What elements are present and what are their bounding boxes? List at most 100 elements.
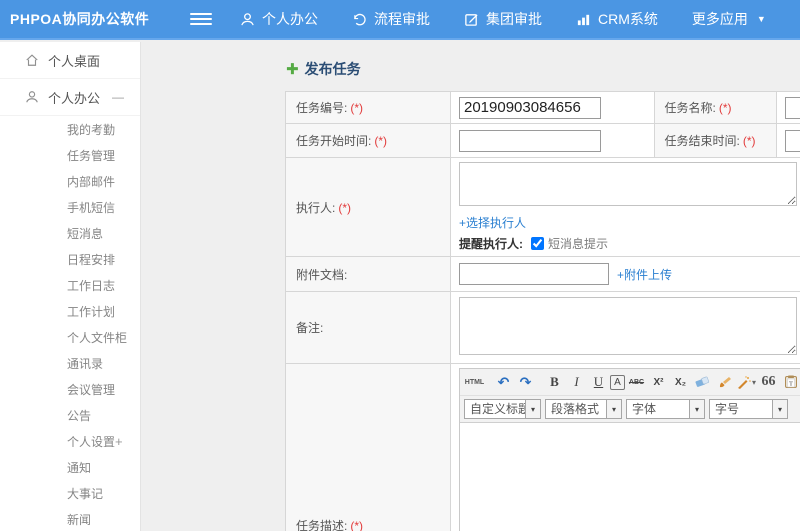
nav-group-approval[interactable]: 集团审批 <box>464 9 542 29</box>
nav-label: 流程审批 <box>374 11 430 27</box>
subscript-button[interactable]: X₂ <box>670 372 691 393</box>
remind-executor-label: 提醒执行人: <box>459 237 523 251</box>
form-row-attachment: 附件文档: +附件上传 <box>285 256 800 292</box>
editor-content-area[interactable] <box>460 423 800 531</box>
redo-button[interactable]: ↷ <box>515 372 536 393</box>
remark-textarea[interactable] <box>459 297 797 355</box>
app-window: PHPOA协同办公软件 个人办公 流程审批 集团审批 CRM系统 更多应用 ▼ … <box>0 0 800 531</box>
form-row-task-no: 任务编号:(*) 任务名称:(*) <box>285 91 800 124</box>
sidebar-item-notice[interactable]: 通知 <box>0 454 140 480</box>
sidebar: 个人桌面 个人办公 — 我的考勤 任务管理 内部邮件 手机短信 短消息 日程安排… <box>0 42 141 531</box>
nav-label: CRM系统 <box>598 11 658 27</box>
green-plus-icon: ✚ <box>286 60 299 78</box>
underline-button[interactable]: U <box>588 372 609 393</box>
start-time-input[interactable] <box>459 129 601 152</box>
sidebar-item-memorabilia[interactable]: 大事记 <box>0 480 140 506</box>
nav-label: 个人办公 <box>262 11 318 27</box>
sidebar-item-label: 手机短信 <box>67 200 116 215</box>
home-icon <box>25 53 39 67</box>
person-icon <box>25 90 39 104</box>
sidebar-item-file-cabinet[interactable]: 个人文件柜 <box>0 324 140 350</box>
blockquote-button[interactable]: 66 <box>758 372 779 393</box>
attachment-upload-link[interactable]: +附件上传 <box>617 266 672 283</box>
italic-button[interactable]: I <box>566 372 587 393</box>
sidebar-item-task-management[interactable]: 任务管理 <box>0 142 140 168</box>
undo-button[interactable]: ↶ <box>493 372 514 393</box>
nav-personal-office[interactable]: 个人办公 <box>240 9 318 29</box>
executor-textarea[interactable] <box>459 162 797 206</box>
source-code-button[interactable]: HTML <box>464 372 485 393</box>
nav-more-apps[interactable]: 更多应用 ▼ <box>692 9 766 29</box>
remove-format-eraser-icon[interactable] <box>692 372 713 393</box>
font-size-select[interactable]: 字号 ▾ <box>709 399 788 419</box>
sidebar-item-meeting-management[interactable]: 会议管理 <box>0 376 140 402</box>
paragraph-format-select[interactable]: 段落格式 ▾ <box>545 399 622 419</box>
strikethrough-button[interactable]: ABC <box>626 372 647 393</box>
sidebar-item-announcement[interactable]: 公告 <box>0 402 140 428</box>
end-time-label: 任务结束时间: (*) <box>653 123 777 158</box>
format-brush-icon[interactable] <box>714 372 735 393</box>
sidebar-item-label: 我的考勤 <box>67 122 116 137</box>
nav-workflow-approval[interactable]: 流程审批 <box>352 9 430 29</box>
sidebar-item-news[interactable]: 新闻 <box>0 506 140 531</box>
sidebar-item-schedule[interactable]: 日程安排 <box>0 246 140 272</box>
auto-typeset-wand-icon[interactable]: ▾ <box>736 372 757 393</box>
required-mark: (*) <box>350 101 364 115</box>
nav-crm-system[interactable]: CRM系统 <box>576 9 658 29</box>
select-value: 段落格式 <box>551 402 600 416</box>
sidebar-item-personal-office[interactable]: 个人办公 — <box>0 79 140 116</box>
required-mark: (*) <box>374 134 388 148</box>
sidebar-item-personal-settings[interactable]: 个人设置 + <box>0 428 140 454</box>
required-mark: (*) <box>742 134 756 148</box>
description-label: 任务描述: (*) <box>285 363 451 531</box>
sidebar-item-mobile-sms[interactable]: 手机短信 <box>0 194 140 220</box>
bold-button[interactable]: B <box>544 372 565 393</box>
task-no-input[interactable] <box>459 96 601 119</box>
sidebar-item-contacts[interactable]: 通讯录 <box>0 350 140 376</box>
superscript-button[interactable]: X² <box>648 372 669 393</box>
sidebar-item-work-plan[interactable]: 工作计划 <box>0 298 140 324</box>
sms-remind-checkbox[interactable] <box>531 237 544 250</box>
align-left-icon[interactable] <box>796 399 800 420</box>
sidebar-item-label: 个人桌面 <box>48 53 101 69</box>
select-value: 自定义标题 <box>470 402 525 416</box>
svg-text:T: T <box>789 381 793 388</box>
sidebar-item-desktop[interactable]: 个人桌面 <box>0 42 140 79</box>
paste-from-word-icon[interactable]: T <box>780 372 800 393</box>
sidebar-item-work-log[interactable]: 工作日志 <box>0 272 140 298</box>
sidebar-item-internal-mail[interactable]: 内部邮件 <box>0 168 140 194</box>
sidebar-item-label: 新闻 <box>67 512 92 527</box>
sidebar-item-label: 工作日志 <box>67 278 116 293</box>
start-time-label: 任务开始时间: (*) <box>285 123 451 158</box>
font-family-select[interactable]: 字体 ▾ <box>626 399 705 419</box>
form-row-executor: 执行人: (*) +选择执行人 提醒执行人: 短消息提示 <box>285 157 800 257</box>
collapse-minus-icon[interactable]: — <box>112 90 124 104</box>
sidebar-item-label: 公告 <box>67 408 92 423</box>
chevron-down-icon: ▼ <box>756 14 766 24</box>
font-style-button[interactable]: A <box>610 374 625 390</box>
top-nav: 个人办公 流程审批 集团审批 CRM系统 更多应用 ▼ <box>240 9 766 29</box>
chevron-down-icon: ▾ <box>772 400 787 418</box>
publish-task-form: 任务编号:(*) 任务名称:(*) 任务开始时间:(*) <box>285 91 800 531</box>
clock-arrow-icon <box>352 12 367 27</box>
hamburger-menu-icon[interactable] <box>190 13 212 25</box>
brand-logo[interactable]: PHPOA协同办公软件 <box>0 9 158 29</box>
sidebar-item-short-message[interactable]: 短消息 <box>0 220 140 246</box>
sidebar-item-label: 日程安排 <box>67 252 116 267</box>
task-name-input[interactable] <box>784 96 800 119</box>
nav-label: 集团审批 <box>486 11 542 27</box>
choose-executor-link[interactable]: +选择执行人 <box>459 216 526 230</box>
sidebar-item-attendance[interactable]: 我的考勤 <box>0 116 140 142</box>
sidebar-item-label: 个人设置 <box>67 434 116 449</box>
expand-plus-icon[interactable]: + <box>115 434 123 449</box>
required-mark: (*) <box>338 200 352 215</box>
attachment-input[interactable] <box>459 263 609 285</box>
page-title: ✚ 发布任务 <box>286 59 800 79</box>
editor-toolbar-row2: 自定义标题 ▾ 段落格式 ▾ 字体 ▾ 字号 ▾ <box>460 396 800 423</box>
heading-select[interactable]: 自定义标题 ▾ <box>464 399 541 419</box>
required-mark: (*) <box>350 518 364 531</box>
chevron-down-icon: ▾ <box>606 400 621 418</box>
end-time-input[interactable] <box>784 129 800 152</box>
sidebar-item-label: 个人办公 <box>48 90 101 106</box>
edit-square-icon <box>464 12 479 27</box>
